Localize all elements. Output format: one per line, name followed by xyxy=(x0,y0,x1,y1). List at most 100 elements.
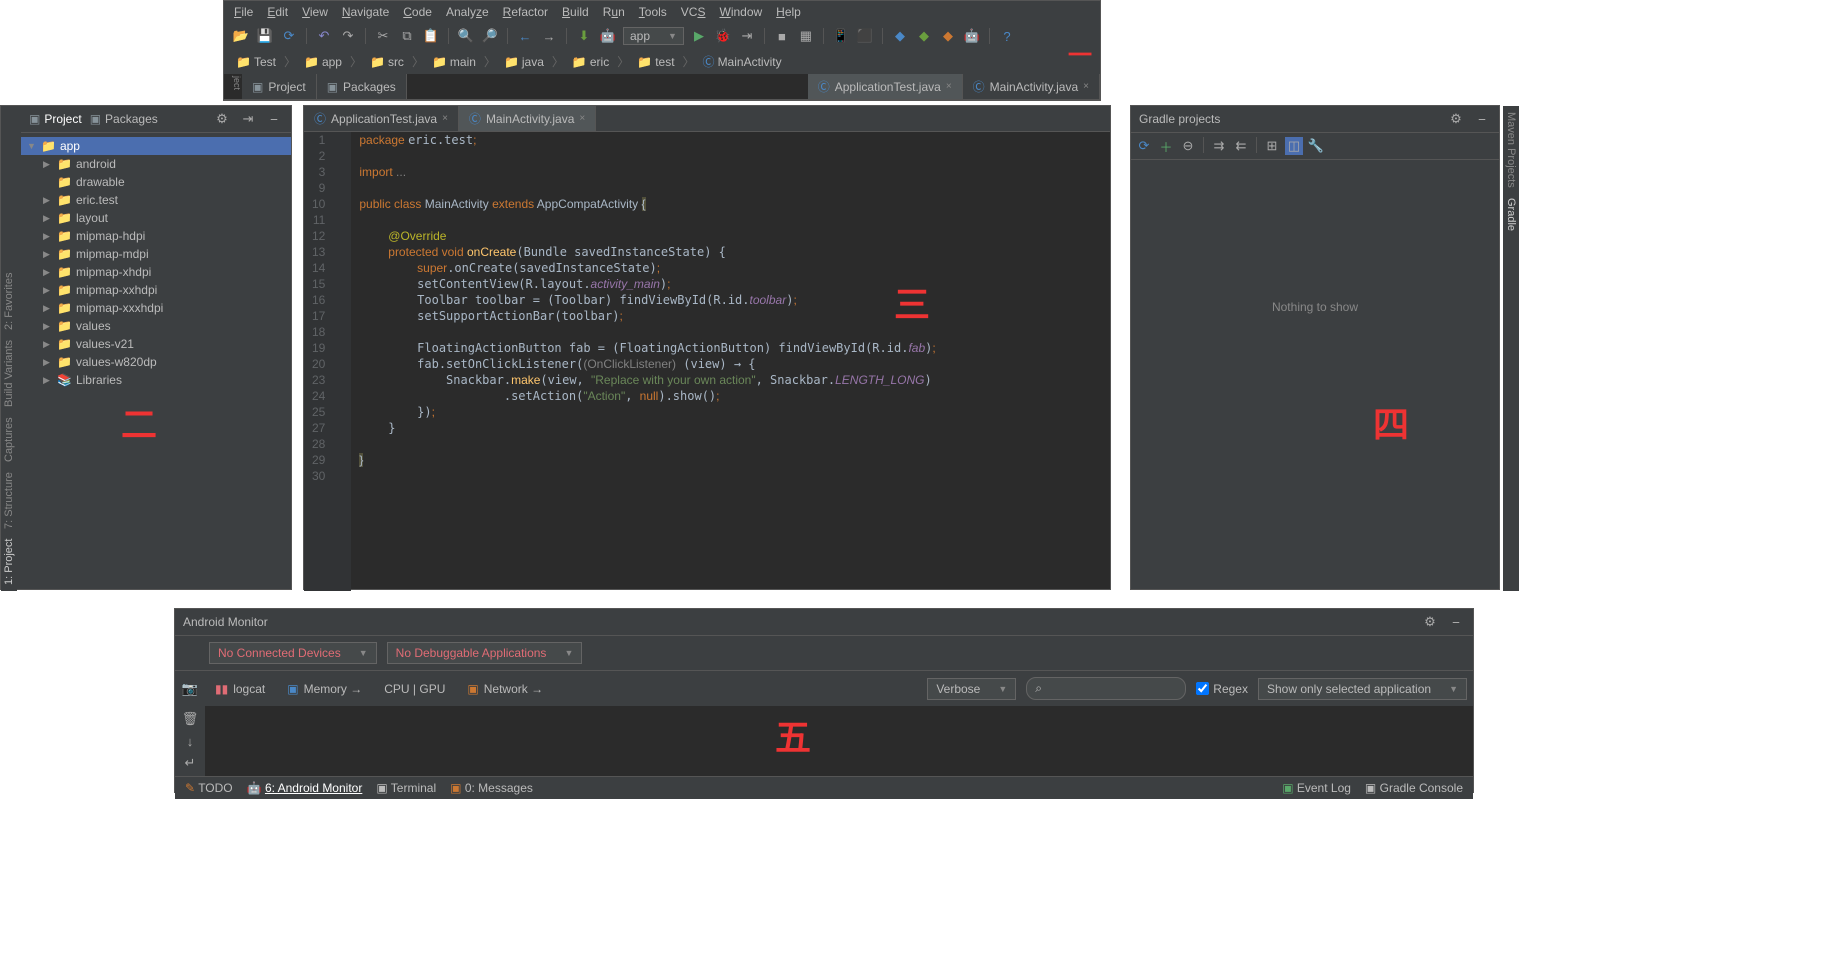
regex-checkbox[interactable]: Regex xyxy=(1196,682,1248,696)
menu-build[interactable]: Build xyxy=(562,5,589,19)
top-tab-project[interactable]: ▣Project xyxy=(242,74,317,99)
replace-icon[interactable]: 🔎 xyxy=(481,27,499,45)
crumb-mainactivity[interactable]: ⒸMainActivity xyxy=(699,52,786,71)
logcat-output[interactable] xyxy=(205,706,1473,776)
gear-icon[interactable]: ⚙ xyxy=(1421,613,1439,631)
close-icon[interactable]: × xyxy=(946,81,952,92)
menu-refactor[interactable]: Refactor xyxy=(503,5,548,19)
close-icon[interactable]: × xyxy=(442,113,448,124)
menu-code[interactable]: Code xyxy=(403,5,432,19)
hide-icon[interactable]: ⎯ xyxy=(1473,110,1491,128)
copy-icon[interactable]: ⧉ xyxy=(398,27,416,45)
offline-icon[interactable]: ◫ xyxy=(1285,137,1303,155)
menu-tools[interactable]: Tools xyxy=(639,5,667,19)
detach-icon[interactable]: ⊖ xyxy=(1179,137,1197,155)
crumb-eric[interactable]: 📁eric xyxy=(568,54,613,70)
tw-favorites[interactable]: 2: Favorites xyxy=(3,273,15,330)
tree-item-mipmap-xxxhdpi[interactable]: ▶📁mipmap-xxxhdpi xyxy=(21,299,291,317)
editor-body[interactable]: 1239101112131415161718192023242527282930… xyxy=(304,132,1110,591)
attach-icon[interactable]: ⇥ xyxy=(738,27,756,45)
tab-memory[interactable]: ▣Memory → xyxy=(281,680,368,698)
menu-vcs[interactable]: VCS xyxy=(681,5,706,19)
filter-dropdown[interactable]: Show only selected application▼ xyxy=(1258,678,1467,700)
crumb-src[interactable]: 📁src xyxy=(366,54,408,70)
tree-item-mipmap-mdpi[interactable]: ▶📁mipmap-mdpi xyxy=(21,245,291,263)
find-icon[interactable]: 🔍 xyxy=(457,27,475,45)
project-view-packages[interactable]: ▣Packages xyxy=(90,112,158,126)
refresh-icon[interactable]: ⟳ xyxy=(1135,137,1153,155)
android-icon[interactable]: 🤖 xyxy=(599,27,617,45)
menu-window[interactable]: Window xyxy=(719,5,762,19)
editor-tab-mainactivity[interactable]: ⒸMainActivity.java× xyxy=(459,106,596,131)
close-icon[interactable]: × xyxy=(1083,81,1089,92)
make-icon[interactable]: ⬇ xyxy=(575,27,593,45)
scroll-icon[interactable]: ↓ xyxy=(181,732,199,750)
tw-captures[interactable]: Captures xyxy=(3,417,15,462)
crumb-test[interactable]: 📁Test xyxy=(232,54,280,70)
forward-icon[interactable]: → xyxy=(540,27,558,45)
tree-item-mipmap-hdpi[interactable]: ▶📁mipmap-hdpi xyxy=(21,227,291,245)
code-area[interactable]: package eric.test; import ... public cla… xyxy=(351,132,935,591)
stop-icon[interactable]: ■ xyxy=(773,27,791,45)
tree-item-mipmap-xxhdpi[interactable]: ▶📁mipmap-xxhdpi xyxy=(21,281,291,299)
collapse-icon[interactable]: ⇇ xyxy=(1232,137,1250,155)
tw-gradle[interactable]: Gradle xyxy=(1505,198,1517,231)
tree-item-layout[interactable]: ▶📁layout xyxy=(21,209,291,227)
log-search-input[interactable]: ⌕ xyxy=(1026,677,1186,700)
ext4-icon[interactable]: 🤖 xyxy=(963,27,981,45)
menu-edit[interactable]: Edit xyxy=(267,5,288,19)
run-config-dropdown[interactable]: app▼ xyxy=(623,27,684,45)
tab-logcat[interactable]: ▮▮logcat xyxy=(209,680,271,698)
loglevel-dropdown[interactable]: Verbose▼ xyxy=(927,678,1016,700)
debuggable-dropdown[interactable]: No Debuggable Applications▼ xyxy=(387,642,583,664)
tree-root-app[interactable]: ▼📁app xyxy=(21,137,291,155)
menu-help[interactable]: Help xyxy=(776,5,801,19)
ext3-icon[interactable]: ◆ xyxy=(939,27,957,45)
tree-item-drawable[interactable]: 📁drawable xyxy=(21,173,291,191)
tw-buildvariants[interactable]: Build Variants xyxy=(3,340,15,407)
tree-item-mipmap-xhdpi[interactable]: ▶📁mipmap-xhdpi xyxy=(21,263,291,281)
crumb-java[interactable]: 📁java xyxy=(500,54,548,70)
close-icon[interactable]: × xyxy=(579,113,585,124)
layout-icon[interactable]: ▦ xyxy=(797,27,815,45)
tw-maven[interactable]: Maven Projects xyxy=(1505,112,1517,188)
ext1-icon[interactable]: ◆ xyxy=(891,27,909,45)
device-dropdown[interactable]: No Connected Devices▼ xyxy=(209,642,377,664)
back-icon[interactable]: ← xyxy=(516,27,534,45)
avd-icon[interactable]: 📱 xyxy=(832,27,850,45)
undo-icon[interactable]: ↶ xyxy=(315,27,333,45)
collapse-icon[interactable]: ⇥ xyxy=(239,110,257,128)
tree-item-values-v21[interactable]: ▶📁values-v21 xyxy=(21,335,291,353)
tw-gradleconsole[interactable]: ▣ Gradle Console xyxy=(1365,781,1463,795)
crumb-app[interactable]: 📁app xyxy=(300,54,346,70)
gear-icon[interactable]: ⚙ xyxy=(1447,110,1465,128)
tw-android-monitor[interactable]: 🤖 6: Android Monitor xyxy=(247,781,363,795)
hide-icon[interactable]: ⎯ xyxy=(265,110,283,128)
sync-icon[interactable]: ⟳ xyxy=(280,27,298,45)
wrench-icon[interactable]: 🔧 xyxy=(1307,137,1325,155)
tree-item-erictest[interactable]: ▶📁eric.test xyxy=(21,191,291,209)
tw-terminal[interactable]: ▣ Terminal xyxy=(376,781,436,795)
tree-item-values-w820dp[interactable]: ▶📁values-w820dp xyxy=(21,353,291,371)
tree-item-values[interactable]: ▶📁values xyxy=(21,317,291,335)
tab-network[interactable]: ▣Network → xyxy=(461,680,549,698)
tw-messages[interactable]: ▣ 0: Messages xyxy=(450,781,533,795)
editor-tab-apptest[interactable]: ⒸApplicationTest.java× xyxy=(304,106,459,131)
redo-icon[interactable]: ↷ xyxy=(339,27,357,45)
help-icon[interactable]: ? xyxy=(998,27,1016,45)
tab-cpu[interactable]: CPU | GPU xyxy=(378,680,451,698)
project-tool-btn[interactable]: ject xyxy=(224,74,242,99)
menu-analyze[interactable]: Analyze xyxy=(446,5,489,19)
clear-icon[interactable]: 🗑 xyxy=(181,710,199,728)
top-tab-mainactivity[interactable]: ⒸMainActivity.java× xyxy=(963,74,1100,99)
gear-icon[interactable]: ⚙ xyxy=(213,110,231,128)
run-icon[interactable]: ▶ xyxy=(690,27,708,45)
tw-structure[interactable]: 7: Structure xyxy=(3,472,15,529)
wrap-icon[interactable]: ↵ xyxy=(181,754,199,772)
add-icon[interactable]: ＋ xyxy=(1157,137,1175,155)
tree-item-libraries[interactable]: ▶📚Libraries xyxy=(21,371,291,389)
tw-eventlog[interactable]: ▣ Event Log xyxy=(1282,781,1351,795)
tree-item-android[interactable]: ▶📁android xyxy=(21,155,291,173)
top-tab-apptest[interactable]: ⒸApplicationTest.java× xyxy=(808,74,963,99)
tw-todo[interactable]: ✎ TODO xyxy=(185,781,233,795)
